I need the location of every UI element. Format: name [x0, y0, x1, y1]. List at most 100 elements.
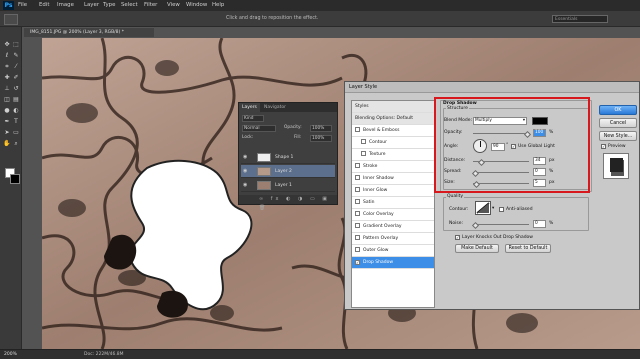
new-style-button[interactable]: New Style...	[599, 131, 637, 141]
style-checkbox[interactable]	[355, 127, 360, 132]
menu-select[interactable]: Select	[121, 0, 138, 11]
style-checkbox[interactable]: ✓	[355, 260, 360, 265]
menu-view[interactable]: View	[167, 0, 180, 11]
anti-aliased-label: Anti-aliased	[506, 207, 533, 212]
path-select-tool-icon[interactable]: ➤	[3, 129, 11, 137]
style-item-bevel-emboss[interactable]: Bevel & Emboss	[352, 125, 434, 137]
clone-stamp-tool-icon[interactable]: ⊥	[3, 85, 11, 93]
document-tab[interactable]: IMG_8151.JPG @ 200% (Layer 3, RGB/8) *	[24, 27, 154, 37]
eraser-tool-icon[interactable]: ◫	[3, 96, 11, 104]
menu-window[interactable]: Window	[186, 0, 207, 11]
layer-thumbnail	[257, 181, 271, 190]
style-checkbox[interactable]	[355, 175, 360, 180]
knocks-out-checkbox[interactable]: ✓	[455, 235, 460, 240]
style-item-color-overlay[interactable]: Color Overlay	[352, 209, 434, 221]
anti-aliased-checkbox[interactable]	[499, 207, 504, 212]
layer-fill-label: Fill:	[294, 135, 302, 140]
layer-name: Shape 1	[275, 155, 294, 160]
marquee-tool-icon[interactable]: ⬚	[12, 41, 20, 49]
noise-unit: %	[549, 221, 554, 226]
style-item-inner-shadow[interactable]: Inner Shadow	[352, 173, 434, 185]
quick-select-tool-icon[interactable]: ✎	[12, 52, 20, 60]
contour-chevron-icon[interactable]: ▾	[492, 206, 494, 211]
style-item-label: Bevel & Emboss	[363, 128, 400, 133]
menu-filter[interactable]: Filter	[144, 0, 157, 11]
menu-file[interactable]: File	[18, 0, 27, 11]
styles-header[interactable]: Styles	[352, 101, 434, 113]
dialog-title: Layer Style	[345, 82, 639, 93]
style-item-label: Stroke	[363, 164, 378, 169]
noise-label: Noise:	[449, 221, 463, 226]
quality-group	[443, 197, 589, 231]
style-checkbox[interactable]	[361, 139, 366, 144]
zoom-level[interactable]: 200%	[4, 350, 17, 359]
photoshop-logo: Ps	[3, 1, 14, 10]
doc-size-info[interactable]: Doc: 222M/46.8M	[84, 350, 124, 359]
style-checkbox[interactable]	[355, 235, 360, 240]
healing-tool-icon[interactable]: ✚	[3, 74, 11, 82]
lasso-tool-icon[interactable]: ℓ	[3, 52, 11, 60]
zoom-tool-icon[interactable]: ⌕	[12, 140, 20, 148]
style-checkbox[interactable]	[355, 163, 360, 168]
type-tool-icon[interactable]: T	[12, 118, 20, 126]
preview-checkbox[interactable]: ✓	[601, 144, 606, 149]
layer-row[interactable]: ◉ Shape 1	[241, 151, 335, 164]
tool-preset-picker[interactable]	[4, 14, 18, 25]
menu-image[interactable]: Image	[57, 0, 74, 11]
style-checkbox[interactable]	[361, 151, 366, 156]
style-checkbox[interactable]	[355, 247, 360, 252]
ok-button[interactable]: OK	[599, 105, 637, 115]
visibility-eye-icon[interactable]: ◉	[243, 151, 247, 164]
style-checkbox[interactable]	[355, 223, 360, 228]
style-item-gradient-overlay[interactable]: Gradient Overlay	[352, 221, 434, 233]
style-item-inner-glow[interactable]: Inner Glow	[352, 185, 434, 197]
eyedropper-tool-icon[interactable]: ⁄	[12, 63, 20, 71]
history-brush-tool-icon[interactable]: ↺	[12, 85, 20, 93]
layers-panel-footer-icons[interactable]: ∞ fx ◐ ◑ ▭ ▣ 🗑	[239, 195, 337, 211]
layer-opacity-field[interactable]: 100%	[310, 125, 332, 132]
brush-tool-icon[interactable]: ✐	[12, 74, 20, 82]
move-tool-icon[interactable]: ✥	[3, 41, 11, 49]
layer-row-selected[interactable]: ◉ Layer 2	[241, 165, 335, 178]
layer-blend-mode-select[interactable]: Normal	[242, 125, 276, 132]
contour-label: Contour:	[449, 207, 469, 212]
layer-filter-kind[interactable]: Kind	[242, 115, 264, 122]
style-item-stroke[interactable]: Stroke	[352, 161, 434, 173]
visibility-eye-icon[interactable]: ◉	[243, 179, 247, 192]
menu-edit[interactable]: Edit	[39, 0, 49, 11]
make-default-button[interactable]: Make Default	[455, 244, 499, 253]
noise-field[interactable]: 0	[533, 220, 546, 228]
blending-options-item[interactable]: Blending Options: Default	[352, 113, 434, 125]
visibility-eye-icon[interactable]: ◉	[243, 165, 247, 178]
layer-opacity-label: Opacity:	[284, 125, 302, 130]
background-color-swatch[interactable]	[10, 174, 20, 184]
style-item-satin[interactable]: Satin	[352, 197, 434, 209]
dodge-tool-icon[interactable]: ◐	[12, 107, 20, 115]
style-item-drop-shadow[interactable]: ✓ Drop Shadow	[352, 257, 434, 269]
tab-layers[interactable]: Layers	[239, 103, 260, 112]
reset-to-default-button[interactable]: Reset to Default	[505, 244, 551, 253]
hand-tool-icon[interactable]: ✋	[3, 140, 11, 148]
style-checkbox[interactable]	[355, 199, 360, 204]
crop-tool-icon[interactable]: ⌗	[3, 63, 11, 71]
cancel-button[interactable]: Cancel	[599, 118, 637, 128]
workspace-select[interactable]: Essentials	[552, 15, 608, 23]
style-item-outer-glow[interactable]: Outer Glow	[352, 245, 434, 257]
pen-tool-icon[interactable]: ✒	[3, 118, 11, 126]
menu-type[interactable]: Type	[103, 0, 115, 11]
style-item-texture[interactable]: Texture	[352, 149, 434, 161]
noise-slider[interactable]	[473, 224, 529, 225]
contour-picker[interactable]	[475, 201, 491, 215]
menu-help[interactable]: Help	[212, 0, 224, 11]
shape-tool-icon[interactable]: ▭	[12, 129, 20, 137]
menu-layer[interactable]: Layer	[84, 0, 99, 11]
tab-navigator[interactable]: Navigator	[261, 103, 289, 112]
blur-tool-icon[interactable]: ●	[3, 107, 11, 115]
gradient-tool-icon[interactable]: ▤	[12, 96, 20, 104]
style-checkbox[interactable]	[355, 187, 360, 192]
layer-fill-field[interactable]: 100%	[310, 135, 332, 142]
style-item-contour[interactable]: Contour	[352, 137, 434, 149]
layer-row[interactable]: ◉ Layer 1	[241, 179, 335, 192]
style-item-pattern-overlay[interactable]: Pattern Overlay	[352, 233, 434, 245]
style-checkbox[interactable]	[355, 211, 360, 216]
